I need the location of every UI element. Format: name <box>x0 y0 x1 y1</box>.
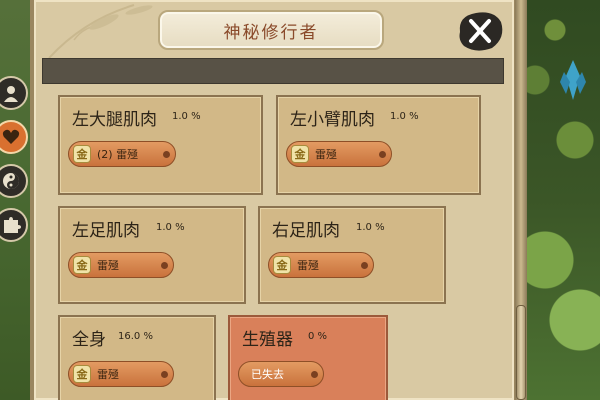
injury-label: 雷殛 <box>315 148 337 161</box>
gold-badge-icon: 金 <box>291 145 309 163</box>
body-part-percent: 1.0 % <box>390 111 419 122</box>
heart-icon <box>2 129 20 144</box>
body-part-name: 左足肌肉 <box>72 221 140 241</box>
body-part-percent: 16.0 % <box>118 331 153 342</box>
tag-dot-icon <box>311 371 318 378</box>
body-part-percent: 1.0 % <box>156 222 185 233</box>
tag-dot-icon <box>379 151 386 158</box>
body-part-card: 左大腿肌肉 1.0 % 金 (2) 雷殛 <box>58 95 263 195</box>
body-part-name: 右足肌肉 <box>272 221 340 241</box>
injury-tag[interactable]: 金 雷殛 <box>68 252 174 278</box>
injury-label: 雷殛 <box>97 368 119 381</box>
window-title: 神秘修行者 <box>223 22 319 43</box>
header-bar <box>42 58 504 84</box>
gold-badge-icon: 金 <box>73 145 91 163</box>
gold-badge-icon: 金 <box>273 256 291 274</box>
body-part-name: 生殖器 <box>242 330 293 350</box>
background-foliage-right <box>515 0 600 400</box>
body-part-percent: 1.0 % <box>356 222 385 233</box>
crystal-icon <box>560 60 586 100</box>
injury-tag[interactable]: 金 雷殛 <box>268 252 374 278</box>
tag-dot-icon <box>161 262 168 269</box>
injury-label: (2) 雷殛 <box>97 148 139 161</box>
tag-dot-icon <box>361 262 368 269</box>
close-button[interactable] <box>454 8 506 54</box>
scrollbar-thumb[interactable] <box>516 305 526 400</box>
body-part-card: 左小臂肌肉 1.0 % 金 雷殛 <box>276 95 481 195</box>
puzzle-piece-icon <box>4 217 21 233</box>
body-part-percent: 0 % <box>308 331 328 342</box>
bamboo-decoration <box>48 4 153 59</box>
status-label: 已失去 <box>251 368 284 381</box>
injury-label: 雷殛 <box>97 259 119 272</box>
yin-yang-icon <box>3 173 19 189</box>
body-part-card: 右足肌肉 1.0 % 金 雷殛 <box>258 206 446 304</box>
injury-tag[interactable]: 金 (2) 雷殛 <box>68 141 176 167</box>
tag-dot-icon <box>161 371 168 378</box>
body-part-name: 左大腿肌肉 <box>72 110 157 130</box>
close-icon <box>459 12 503 51</box>
body-part-card: 全身 16.0 % 金 雷殛 <box>58 315 216 400</box>
gold-badge-icon: 金 <box>73 365 91 383</box>
status-tag[interactable]: 已失去 <box>238 361 324 387</box>
body-part-name: 左小臂肌肉 <box>290 110 375 130</box>
body-part-card-lost: 生殖器 0 % 已失去 <box>228 315 388 400</box>
body-part-percent: 1.0 % <box>172 111 201 122</box>
tag-dot-icon <box>163 151 170 158</box>
window-title-plate: 神秘修行者 <box>158 10 384 50</box>
injury-tag[interactable]: 金 雷殛 <box>68 361 174 387</box>
injury-tag[interactable]: 金 雷殛 <box>286 141 392 167</box>
gold-badge-icon: 金 <box>73 256 91 274</box>
person-silhouette-icon <box>4 86 18 102</box>
body-part-name: 全身 <box>72 330 106 350</box>
injury-label: 雷殛 <box>297 259 319 272</box>
body-part-card: 左足肌肉 1.0 % 金 雷殛 <box>58 206 246 304</box>
